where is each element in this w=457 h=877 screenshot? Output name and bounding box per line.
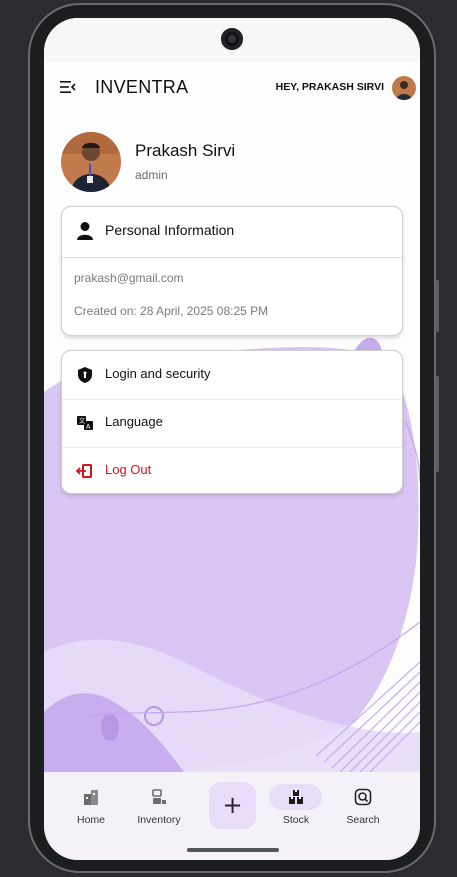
logout-icon <box>76 464 92 478</box>
add-icon: + <box>222 791 243 819</box>
profile-role: admin <box>135 168 168 182</box>
logout-label: Log Out <box>105 462 152 477</box>
status-bar <box>44 18 420 62</box>
nav-inventory[interactable]: Inventory <box>132 772 186 838</box>
login-security-label: Login and security <box>105 366 211 381</box>
app-title: INVENTRA <box>95 77 189 97</box>
menu-icon[interactable] <box>60 80 76 94</box>
add-button[interactable]: + <box>209 782 256 829</box>
language-item[interactable]: 文 A Language <box>62 399 402 448</box>
login-security-item[interactable]: Login and security <box>62 351 402 400</box>
personal-info-card: Personal Information prakash@gmail.com C… <box>61 206 403 336</box>
nav-home-label: Home <box>76 814 105 826</box>
nav-search-label: Search <box>346 814 380 826</box>
screen: INVENTRA HEY, PRAKASH SIRVI Prakash Sirv… <box>44 18 420 860</box>
translate-icon: 文 A <box>77 416 93 431</box>
logout-item[interactable]: Log Out <box>62 447 402 495</box>
stock-icon <box>289 790 303 804</box>
person-icon <box>77 222 93 240</box>
svg-text:A: A <box>86 423 91 431</box>
nav-search[interactable]: Search <box>340 772 386 838</box>
user-greeting: HEY, PRAKASH SIRVI <box>275 81 384 93</box>
settings-card: Login and security 文 A Language Log Out <box>61 350 403 494</box>
profile-name: Prakash Sirvi <box>135 141 236 160</box>
power-button <box>435 376 439 472</box>
email-text: prakash@gmail.com <box>74 271 184 285</box>
created-date-text: Created on: 28 April, 2025 08:25 PM <box>74 304 269 318</box>
bottom-navigation: Home Inventory + Stock Search <box>44 772 420 838</box>
nav-inventory-label: Inventory <box>137 814 181 826</box>
front-camera <box>221 28 243 50</box>
profile-avatar <box>61 132 121 192</box>
language-label: Language <box>105 414 163 429</box>
gesture-handle[interactable] <box>187 848 279 852</box>
profile-page: INVENTRA HEY, PRAKASH SIRVI Prakash Sirv… <box>44 62 420 772</box>
top-app-bar: INVENTRA HEY, PRAKASH SIRVI <box>44 62 420 114</box>
personal-info-header[interactable]: Personal Information <box>62 207 402 258</box>
home-icon <box>84 790 98 805</box>
avatar[interactable] <box>392 76 416 100</box>
personal-info-heading: Personal Information <box>105 222 235 238</box>
inventory-icon <box>152 789 166 804</box>
shield-icon <box>78 367 92 383</box>
nav-home[interactable]: Home <box>70 772 112 838</box>
nav-stock[interactable]: Stock <box>272 772 320 838</box>
volume-button <box>435 280 439 332</box>
nav-stock-label: Stock <box>282 814 310 826</box>
search-icon <box>354 788 372 806</box>
svg-text:文: 文 <box>79 417 85 425</box>
